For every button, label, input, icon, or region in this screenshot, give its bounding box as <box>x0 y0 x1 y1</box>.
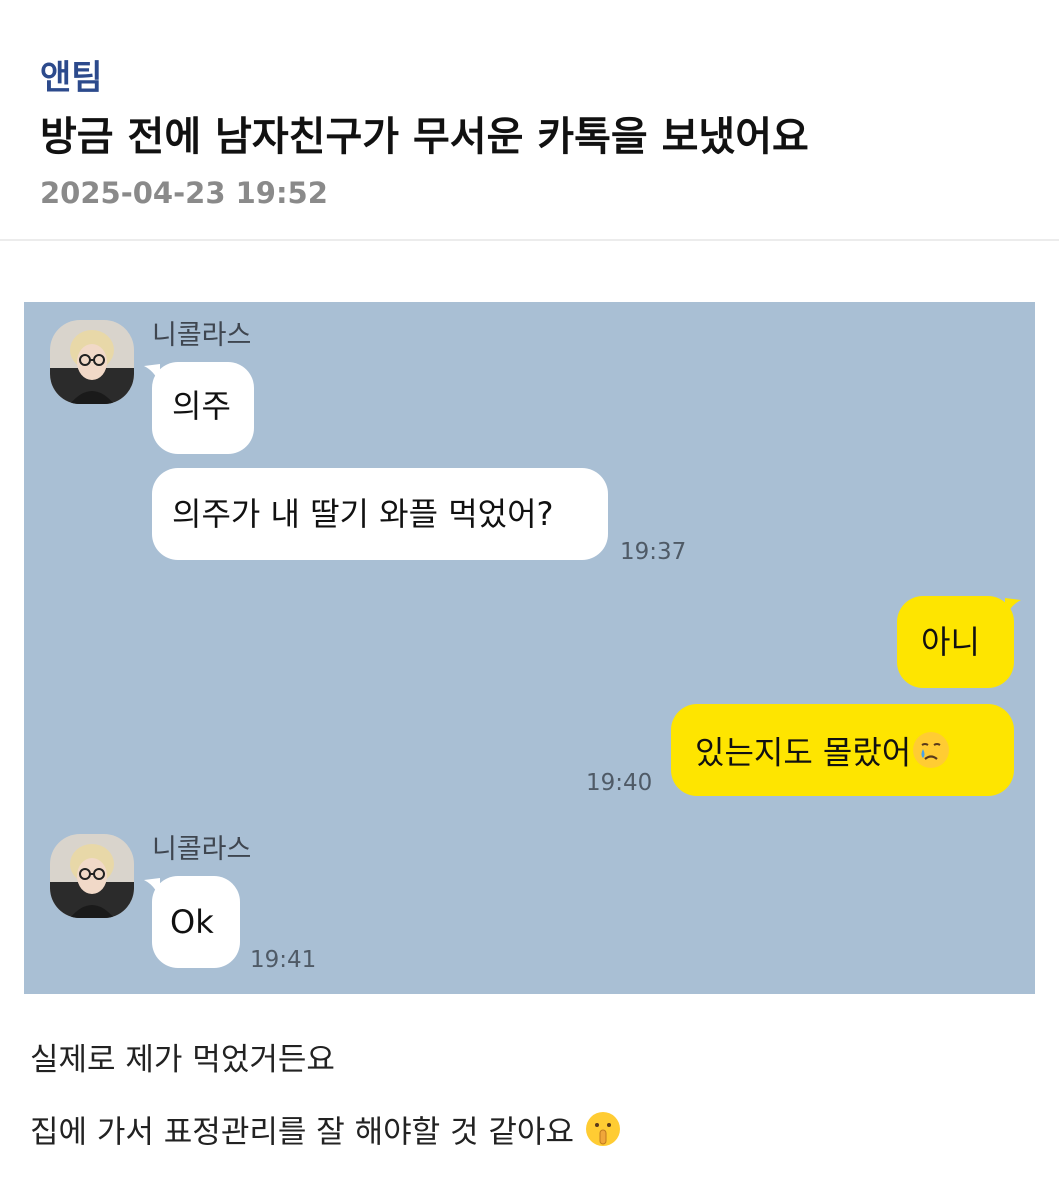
profile-photo-icon <box>50 320 134 404</box>
my-message-bubble[interactable]: 있는지도 몰랐어 <box>671 704 1014 796</box>
post-title: 방금 전에 남자친구가 무서운 카톡을 보냈어요 <box>40 114 809 160</box>
message-text: 있는지도 몰랐어 <box>695 733 912 772</box>
post-header: 앤팀 방금 전에 남자친구가 무서운 카톡을 보냈어요 2025-04-23 1… <box>0 0 1059 240</box>
message-bubble[interactable]: 의주 <box>152 362 254 454</box>
post-date: 2025-04-23 19:52 <box>40 176 328 210</box>
my-message-bubble[interactable]: 아니 <box>897 596 1014 688</box>
shushing-face-icon <box>584 1110 622 1158</box>
message-time: 19:37 <box>620 539 687 565</box>
message-time: 19:41 <box>250 947 317 973</box>
post-body-line: 실제로 제가 먹었거든요 <box>30 1042 335 1078</box>
post-body-text: 집에 가서 표정관리를 잘 해야할 것 같아요 <box>30 1114 574 1151</box>
sender-name: 니콜라스 <box>152 320 252 351</box>
sender-name: 니콜라스 <box>152 834 252 865</box>
board-category-link[interactable]: 앤팀 <box>40 58 103 98</box>
profile-photo-icon <box>50 834 134 918</box>
message-time: 19:40 <box>586 770 653 796</box>
header-divider <box>0 239 1059 241</box>
crying-face-icon <box>911 730 951 779</box>
post-body-line: 집에 가서 표정관리를 잘 해야할 것 같아요 <box>30 1110 622 1158</box>
avatar <box>50 320 134 404</box>
avatar <box>50 834 134 918</box>
message-bubble[interactable]: Ok <box>152 876 240 968</box>
message-bubble[interactable]: 의주가 내 딸기 와플 먹었어? <box>152 468 608 560</box>
chat-screenshot: 니콜라스 의주 의주가 내 딸기 와플 먹었어? 19:37 아니 있는지도 몰… <box>24 302 1035 994</box>
